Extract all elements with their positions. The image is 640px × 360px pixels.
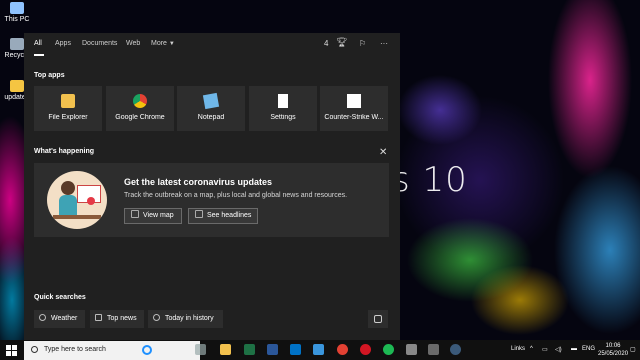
recycle-bin-icon [10,38,24,50]
cortana-icon[interactable] [142,345,152,355]
file-explorer-icon[interactable] [220,344,231,355]
quick-search-label: Weather [51,315,78,322]
app-tile-label: Settings [270,114,296,121]
see-headlines-button[interactable]: See headlines [188,208,258,224]
file-icon [10,80,24,92]
app-icon-2[interactable] [428,344,439,355]
weather-icon [39,314,46,321]
news-description: Track the outbreak on a map, plus local … [124,192,348,199]
app-tile-label: Notepad [197,114,225,121]
app-tile-label: Google Chrome [115,114,165,121]
search-panel: All Apps Documents Web More ▼ 4 🏆︎ ⚐ ···… [24,33,400,340]
camera-search-button[interactable] [368,310,388,328]
chrome-icon[interactable] [337,344,348,355]
store-icon[interactable] [313,344,324,355]
app-tile-settings[interactable]: Settings [249,86,317,131]
battery-icon[interactable]: ▬ [571,346,577,352]
tab-more[interactable]: More ▼ [151,40,175,47]
tab-documents[interactable]: Documents [82,40,117,47]
computer-icon [10,2,24,14]
view-map-label: View map [143,212,174,219]
top-apps-heading: Top apps [34,72,65,79]
coronavirus-illustration [47,171,107,229]
notifications-icon[interactable]: ▢ [630,346,636,353]
taskbar: Type here to search Links ^ ▭ ◁) ▬ ENG 1… [0,340,640,360]
taskbar-clock[interactable]: 10:06 25/05/2020 [598,342,628,358]
excel-icon[interactable] [244,344,255,355]
chevron-up-icon[interactable]: ^ [530,346,533,352]
news-card[interactable]: Get the latest coronavirus updates Track… [34,163,389,237]
app-icon[interactable] [406,344,417,355]
feedback-icon[interactable]: ⚐ [359,39,366,48]
close-icon[interactable]: ✕ [379,147,387,158]
clock-time: 10:06 [605,343,621,349]
windows-start-button[interactable] [6,345,17,356]
volume-icon[interactable]: ◁) [555,346,562,353]
outlook-icon[interactable] [290,344,301,355]
clock-icon [153,314,160,321]
news-icon [95,314,102,321]
quick-search-top-news[interactable]: Top news [90,310,144,328]
language-indicator[interactable]: ENG [582,346,595,352]
app-tile-notepad[interactable]: Notepad [177,86,245,131]
opera-icon[interactable] [360,344,371,355]
quick-searches-heading: Quick searches [34,294,86,301]
app-tile-counter-strike[interactable]: Counter-Strike W... [320,86,388,131]
search-icon [31,346,38,353]
folder-icon [61,94,75,108]
settings-icon [278,94,288,108]
search-tabs: All Apps Documents Web More ▼ 4 🏆︎ ⚐ ··· [24,33,400,57]
quick-search-label: Top news [107,315,137,322]
task-view-icon[interactable] [195,344,206,355]
whats-happening-heading: What's happening [34,148,94,155]
app-tile-google-chrome[interactable]: Google Chrome [106,86,174,131]
chevron-down-icon: ▼ [168,41,175,47]
links-toolbar[interactable]: Links [511,346,525,352]
tab-more-label: More [151,40,167,47]
notepad-icon [202,92,220,110]
map-icon [131,210,139,218]
windows-brand-text: s 10 [392,160,468,200]
news-title: Get the latest coronavirus updates [124,177,273,187]
counter-strike-icon [347,94,361,108]
news-icon [195,210,203,218]
tab-web[interactable]: Web [126,40,140,47]
app-tile-label: File Explorer [48,114,88,121]
clock-date: 25/05/2020 [598,351,629,357]
network-icon[interactable]: ▭ [542,346,548,353]
chrome-icon [133,94,147,108]
quick-search-label: Today in history [165,315,214,322]
taskbar-search-box[interactable]: Type here to search [24,341,200,360]
spotify-icon[interactable] [383,344,394,355]
steam-icon[interactable] [450,344,461,355]
word-icon[interactable] [267,344,278,355]
app-tile-label: Counter-Strike W... [324,114,384,121]
tab-all[interactable]: All [34,40,42,47]
search-placeholder: Type here to search [44,346,106,353]
view-map-button[interactable]: View map [124,208,182,224]
app-tile-file-explorer[interactable]: File Explorer [34,86,102,131]
quick-search-today-in-history[interactable]: Today in history [148,310,223,328]
desktop-icon-this-pc[interactable]: This PC [2,2,32,23]
desktop-icon-label: This PC [4,16,30,23]
quick-search-weather[interactable]: Weather [34,310,85,328]
camera-icon [374,315,382,323]
active-tab-indicator [34,54,44,56]
see-headlines-label: See headlines [207,212,252,219]
trophy-icon[interactable]: 🏆︎ [336,37,347,48]
rewards-count: 4 [324,39,329,48]
more-options-icon[interactable]: ··· [380,39,388,48]
tab-apps[interactable]: Apps [55,40,71,47]
